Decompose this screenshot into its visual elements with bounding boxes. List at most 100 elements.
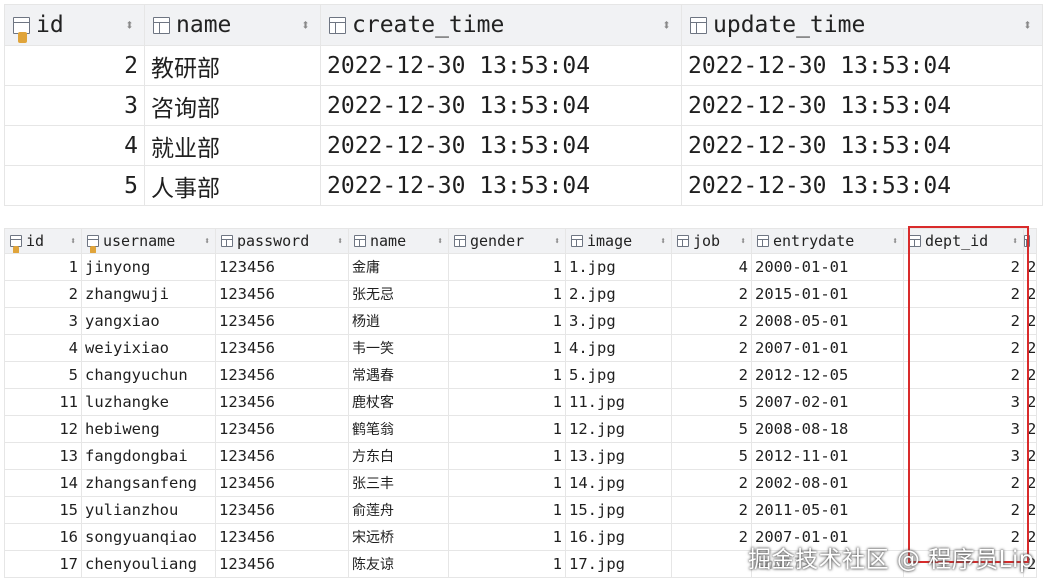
cell-name[interactable]: 常遇春 — [348, 361, 449, 389]
cell-username[interactable]: chenyouliang — [81, 550, 216, 578]
cell-username[interactable]: fangdongbai — [81, 442, 216, 470]
cell-gender[interactable]: 1 — [448, 523, 566, 551]
cell-username[interactable]: luzhangke — [81, 388, 216, 416]
cell-image[interactable]: 17.jpg — [565, 550, 672, 578]
sort-icon[interactable]: ⬍ — [892, 236, 898, 247]
cell-name[interactable]: 鹤笔翁 — [348, 415, 449, 443]
cell-entrydate[interactable]: 2000-01-01 — [751, 253, 904, 281]
emp-row[interactable]: 5 changyuchun 123456 常遇春 1 5.jpg 2 2012-12-05 2 2 — [4, 361, 1038, 389]
cell-update-time[interactable]: 2022-12-30 13:53:04 — [681, 85, 1043, 126]
cell-id[interactable]: 13 — [4, 442, 82, 470]
cell-username[interactable]: zhangsanfeng — [81, 469, 216, 497]
sort-icon[interactable]: ⬍ — [1023, 16, 1032, 34]
cell-id[interactable]: 16 — [4, 523, 82, 551]
col-header-name[interactable]: name ⬍ — [348, 228, 449, 254]
cell-image[interactable]: 2.jpg — [565, 280, 672, 308]
emp-row[interactable]: 4 weiyixiao 123456 韦一笑 1 4.jpg 2 2007-01-01 2 2 — [4, 334, 1038, 362]
cell-password[interactable]: 123456 — [215, 388, 349, 416]
cell-update-time[interactable]: 2022-12-30 13:53:04 — [681, 125, 1043, 166]
cell-entrydate[interactable]: 2012-11-01 — [751, 442, 904, 470]
cell-gender[interactable]: 1 — [448, 307, 566, 335]
cell-job[interactable]: 5 — [671, 442, 752, 470]
cell-job[interactable]: 4 — [671, 253, 752, 281]
cell-id[interactable]: 2 — [4, 45, 145, 86]
cell-id[interactable]: 1 — [4, 253, 82, 281]
cell-username[interactable]: zhangwuji — [81, 280, 216, 308]
cell-username[interactable]: hebiweng — [81, 415, 216, 443]
cell-job[interactable]: 5 — [671, 415, 752, 443]
cell-image[interactable]: 4.jpg — [565, 334, 672, 362]
emp-row[interactable]: 2 zhangwuji 123456 张无忌 1 2.jpg 2 2015-01-01 2 2 — [4, 280, 1038, 308]
cell-name[interactable]: 陈友谅 — [348, 550, 449, 578]
cell-gender[interactable]: 1 — [448, 469, 566, 497]
cell-password[interactable]: 123456 — [215, 334, 349, 362]
cell-id[interactable]: 4 — [4, 125, 145, 166]
cell-password[interactable]: 123456 — [215, 523, 349, 551]
cell-job[interactable]: 2 — [671, 307, 752, 335]
col-header-create-time[interactable]: create_time ⬍ — [320, 4, 682, 46]
cell-job[interactable] — [671, 550, 752, 578]
cell-username[interactable]: yangxiao — [81, 307, 216, 335]
sort-icon[interactable]: ⬍ — [554, 236, 560, 247]
cell-create-time[interactable]: 2022-12-30 13:53:04 — [320, 85, 682, 126]
cell-job[interactable]: 2 — [671, 496, 752, 524]
cell-gender[interactable]: 1 — [448, 334, 566, 362]
cell-id[interactable]: 12 — [4, 415, 82, 443]
emp-row[interactable]: 14 zhangsanfeng 123456 张三丰 1 14.jpg 2 2002-08-0… — [4, 469, 1038, 497]
cell-name[interactable]: 宋远桥 — [348, 523, 449, 551]
cell-name[interactable]: 金庸 — [348, 253, 449, 281]
cell-create-time[interactable]: 2022-12-30 13:53:04 — [320, 125, 682, 166]
cell-image[interactable]: 1.jpg — [565, 253, 672, 281]
cell-name[interactable]: 就业部 — [144, 125, 321, 166]
cell-gender[interactable]: 1 — [448, 280, 566, 308]
col-header-name[interactable]: name ⬍ — [144, 4, 321, 46]
dept-row[interactable]: 2 教研部 2022-12-30 13:53:04 2022-12-30 13:53:… — [4, 45, 1043, 86]
cell-entrydate[interactable]: 2012-12-05 — [751, 361, 904, 389]
cell-id[interactable]: 15 — [4, 496, 82, 524]
cell-name[interactable]: 韦一笑 — [348, 334, 449, 362]
cell-job[interactable]: 2 — [671, 334, 752, 362]
cell-name[interactable]: 教研部 — [144, 45, 321, 86]
cell-entrydate[interactable]: 2008-08-18 — [751, 415, 904, 443]
cell-entrydate[interactable]: 2007-02-01 — [751, 388, 904, 416]
dept-row[interactable]: 5 人事部 2022-12-30 13:53:04 2022-12-30 13:53:… — [4, 165, 1043, 206]
cell-username[interactable]: changyuchun — [81, 361, 216, 389]
cell-entrydate[interactable]: 2002-08-01 — [751, 469, 904, 497]
cell-image[interactable]: 16.jpg — [565, 523, 672, 551]
cell-gender[interactable]: 1 — [448, 361, 566, 389]
cell-name[interactable]: 俞莲舟 — [348, 496, 449, 524]
col-header-id[interactable]: id ⬍ — [4, 228, 82, 254]
col-header-entrydate[interactable]: entrydate ⬍ — [751, 228, 904, 254]
cell-username[interactable]: yulianzhou — [81, 496, 216, 524]
cell-password[interactable]: 123456 — [215, 361, 349, 389]
cell-name[interactable]: 张无忌 — [348, 280, 449, 308]
cell-id[interactable]: 5 — [4, 165, 145, 206]
sort-icon[interactable]: ⬍ — [337, 236, 343, 247]
sort-icon[interactable]: ⬍ — [662, 16, 671, 34]
cell-password[interactable]: 123456 — [215, 253, 349, 281]
col-header-job[interactable]: job ⬍ — [671, 228, 752, 254]
cell-password[interactable]: 123456 — [215, 307, 349, 335]
cell-gender[interactable]: 1 — [448, 496, 566, 524]
cell-image[interactable]: 11.jpg — [565, 388, 672, 416]
cell-job[interactable]: 2 — [671, 361, 752, 389]
cell-entrydate[interactable]: 2008-05-01 — [751, 307, 904, 335]
cell-password[interactable]: 123456 — [215, 442, 349, 470]
cell-create-time[interactable]: 2022-12-30 13:53:04 — [320, 165, 682, 206]
cell-name[interactable]: 方东白 — [348, 442, 449, 470]
cell-id[interactable]: 2 — [4, 280, 82, 308]
cell-gender[interactable]: 1 — [448, 388, 566, 416]
cell-id[interactable]: 3 — [4, 85, 145, 126]
cell-id[interactable]: 11 — [4, 388, 82, 416]
cell-gender[interactable]: 1 — [448, 550, 566, 578]
cell-job[interactable]: 2 — [671, 523, 752, 551]
cell-gender[interactable]: 1 — [448, 442, 566, 470]
cell-image[interactable]: 12.jpg — [565, 415, 672, 443]
emp-row[interactable]: 11 luzhangke 123456 鹿杖客 1 11.jpg 5 2007-02-01 3 2 — [4, 388, 1038, 416]
cell-image[interactable]: 14.jpg — [565, 469, 672, 497]
col-header-update-time[interactable]: update_time ⬍ — [681, 4, 1043, 46]
cell-image[interactable]: 13.jpg — [565, 442, 672, 470]
cell-job[interactable]: 2 — [671, 280, 752, 308]
cell-job[interactable]: 5 — [671, 388, 752, 416]
cell-username[interactable]: weiyixiao — [81, 334, 216, 362]
